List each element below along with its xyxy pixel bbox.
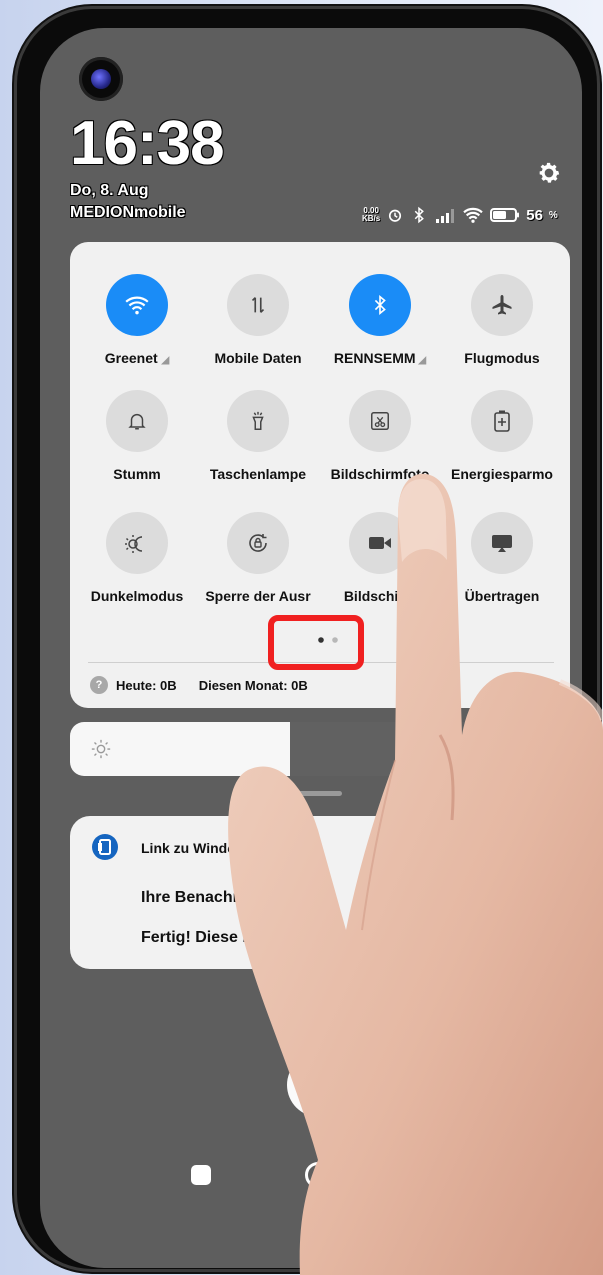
tile-label: Flugmodus bbox=[464, 350, 540, 366]
date-label: Do, 8. Aug bbox=[70, 182, 149, 199]
clock: 16:38 bbox=[70, 109, 225, 178]
tile-label: Bildschirm bbox=[343, 588, 417, 604]
mobile-data-icon bbox=[227, 274, 289, 336]
front-camera bbox=[79, 57, 123, 101]
battery-icon bbox=[490, 208, 520, 222]
flashlight-icon bbox=[227, 390, 289, 452]
carrier-label: MEDIONmobile bbox=[70, 204, 186, 221]
link-to-windows-app-icon bbox=[92, 834, 118, 860]
close-icon: ✕ bbox=[309, 1072, 329, 1097]
tile-label: RENNSEMM ◢ bbox=[333, 350, 427, 366]
tile-screen-record[interactable]: Bildschirm bbox=[320, 512, 440, 604]
page-indicator-highlight bbox=[268, 615, 364, 670]
tile-mobile-data[interactable]: Mobile Daten bbox=[198, 274, 318, 366]
tile-wifi[interactable]: Greenet ◢ bbox=[77, 274, 197, 366]
battery-saver-icon bbox=[471, 390, 533, 452]
screenshot-icon bbox=[349, 390, 411, 452]
rotation-lock-icon bbox=[227, 512, 289, 574]
speed-unit: KB/s bbox=[362, 214, 381, 223]
bluetooth-status-icon bbox=[414, 206, 425, 224]
brightness-slider-track[interactable] bbox=[290, 722, 570, 776]
tile-label: Übertragen bbox=[464, 588, 540, 604]
tile-label: Bildschirmfoto bbox=[330, 466, 430, 482]
status-icons: 0.00 KB/s 56% bbox=[362, 206, 558, 224]
notification-title: Ihre Benachri sind a bbox=[141, 889, 294, 906]
settings-gear-icon[interactable] bbox=[536, 160, 562, 186]
tile-silent[interactable]: Stumm bbox=[77, 390, 197, 482]
notification-card[interactable]: Link zu Windo Ihre Benachri sind a Ferti… bbox=[70, 816, 570, 969]
usage-month: Diesen Monat: 0B bbox=[198, 677, 308, 693]
bluetooth-icon bbox=[349, 274, 411, 336]
tile-label: Taschenlampe bbox=[209, 466, 307, 482]
tile-label: Dunkelmodus bbox=[90, 588, 184, 604]
dark-mode-icon bbox=[106, 512, 168, 574]
tile-rotation-lock[interactable]: Sperre der Ausr bbox=[198, 512, 318, 604]
signal-icon bbox=[436, 209, 455, 223]
tile-screenshot[interactable]: Bildschirmfoto bbox=[320, 390, 440, 482]
tile-label: Energiesparmo bbox=[451, 466, 553, 482]
usage-today: Heute: 0B bbox=[116, 677, 177, 693]
data-usage: ? Heute: 0B Diesen Monat: 0B bbox=[90, 676, 308, 694]
tile-battery-saver[interactable]: Energiesparmo bbox=[442, 390, 562, 482]
wifi-status-icon bbox=[463, 207, 483, 223]
home-button[interactable] bbox=[305, 1162, 331, 1188]
clear-all-button[interactable]: ✕ bbox=[287, 1053, 351, 1117]
recents-button[interactable] bbox=[191, 1165, 211, 1185]
tile-label: Mobile Daten bbox=[214, 350, 302, 366]
tile-label: Stumm bbox=[113, 466, 161, 482]
notification-body: Fertig! Diese Be igung bbox=[141, 929, 311, 946]
airplane-icon bbox=[471, 274, 533, 336]
shade-drag-handle[interactable] bbox=[296, 791, 342, 796]
tile-label: Sperre der Ausr bbox=[205, 588, 311, 604]
bell-icon bbox=[106, 390, 168, 452]
brightness-slider-fill[interactable] bbox=[70, 722, 290, 776]
tile-label: Greenet ◢ bbox=[104, 350, 170, 366]
alarm-icon bbox=[389, 209, 402, 222]
network-speed: 0.00 KB/s bbox=[362, 207, 380, 223]
cast-icon bbox=[471, 512, 533, 574]
tile-flashlight[interactable]: Taschenlampe bbox=[198, 390, 318, 482]
wifi-icon bbox=[106, 274, 168, 336]
tile-bluetooth[interactable]: RENNSEMM ◢ bbox=[320, 274, 440, 366]
notification-app-name: Link zu Windo bbox=[141, 840, 236, 856]
tile-airplane[interactable]: Flugmodus bbox=[442, 274, 562, 366]
battery-percent: 56 bbox=[526, 206, 543, 224]
brightness-icon bbox=[91, 739, 111, 759]
screen-record-icon bbox=[349, 512, 411, 574]
tile-cast[interactable]: Übertragen bbox=[442, 512, 562, 604]
tile-dark-mode[interactable]: Dunkelmodus bbox=[77, 512, 197, 604]
help-icon[interactable]: ? bbox=[90, 676, 108, 694]
